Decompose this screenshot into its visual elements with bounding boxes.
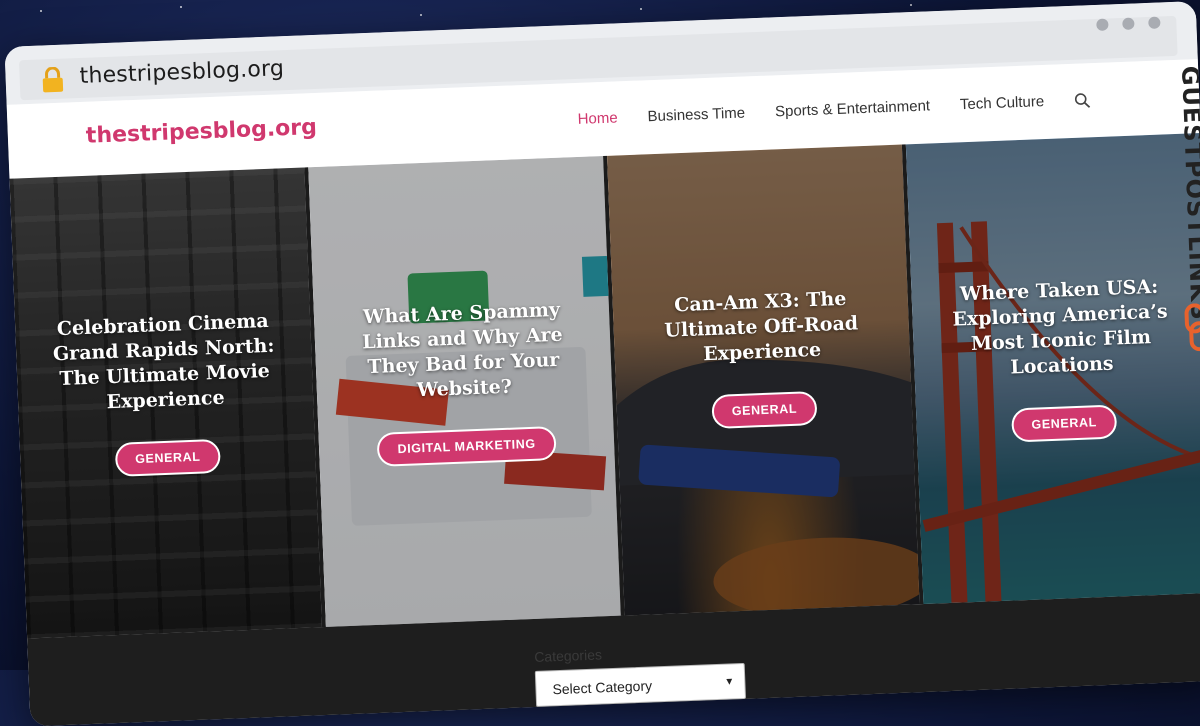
site-logo[interactable]: thestripesblog.org (85, 115, 317, 149)
url-text: thestripesblog.org (79, 56, 285, 90)
post-card[interactable]: Celebration Cinema Grand Rapids North: T… (9, 167, 326, 639)
search-icon[interactable] (1074, 92, 1091, 109)
chain-link-icon (1184, 303, 1200, 352)
nav-business-time[interactable]: Business Time (647, 105, 745, 126)
window-dot[interactable] (1148, 16, 1161, 29)
chevron-down-icon: ▼ (724, 676, 735, 688)
post-title[interactable]: Where Taken USA: Exploring America’s Mos… (937, 274, 1184, 383)
post-card[interactable]: What Are Spammy Links and Why Are They B… (308, 155, 625, 627)
nav-home[interactable]: Home (577, 109, 618, 128)
window-controls (1096, 16, 1161, 31)
post-title[interactable]: What Are Spammy Links and Why Are They B… (340, 297, 587, 406)
lock-icon (42, 66, 64, 93)
post-card[interactable]: Where Taken USA: Exploring America’s Mos… (905, 133, 1200, 605)
browser-window: thestripesblog.org thestripesblog.org Ho… (4, 1, 1200, 726)
category-badge[interactable]: GENERAL (114, 438, 222, 477)
stage: thestripesblog.org thestripesblog.org Ho… (0, 0, 1200, 726)
nav-tech-culture[interactable]: Tech Culture (960, 93, 1045, 113)
post-title[interactable]: Celebration Cinema Grand Rapids North: T… (41, 308, 288, 417)
category-select-value: Select Category (552, 677, 653, 698)
category-badge[interactable]: GENERAL (1010, 404, 1118, 443)
window-dot[interactable] (1096, 18, 1109, 31)
post-title[interactable]: Can-Am X3: The Ultimate Off-Road Experie… (638, 285, 884, 369)
category-badge[interactable]: GENERAL (711, 390, 818, 429)
featured-posts: Celebration Cinema Grand Rapids North: T… (9, 133, 1200, 639)
category-badge[interactable]: DIGITAL MARKETING (376, 426, 557, 467)
nav-sports-entertainment[interactable]: Sports & Entertainment (775, 97, 931, 120)
main-nav: Home Business Time Sports & Entertainmen… (577, 91, 1091, 128)
post-card[interactable]: Can-Am X3: The Ultimate Off-Road Experie… (607, 144, 924, 616)
window-dot[interactable] (1122, 17, 1135, 30)
categories-label: Categories (533, 646, 603, 665)
